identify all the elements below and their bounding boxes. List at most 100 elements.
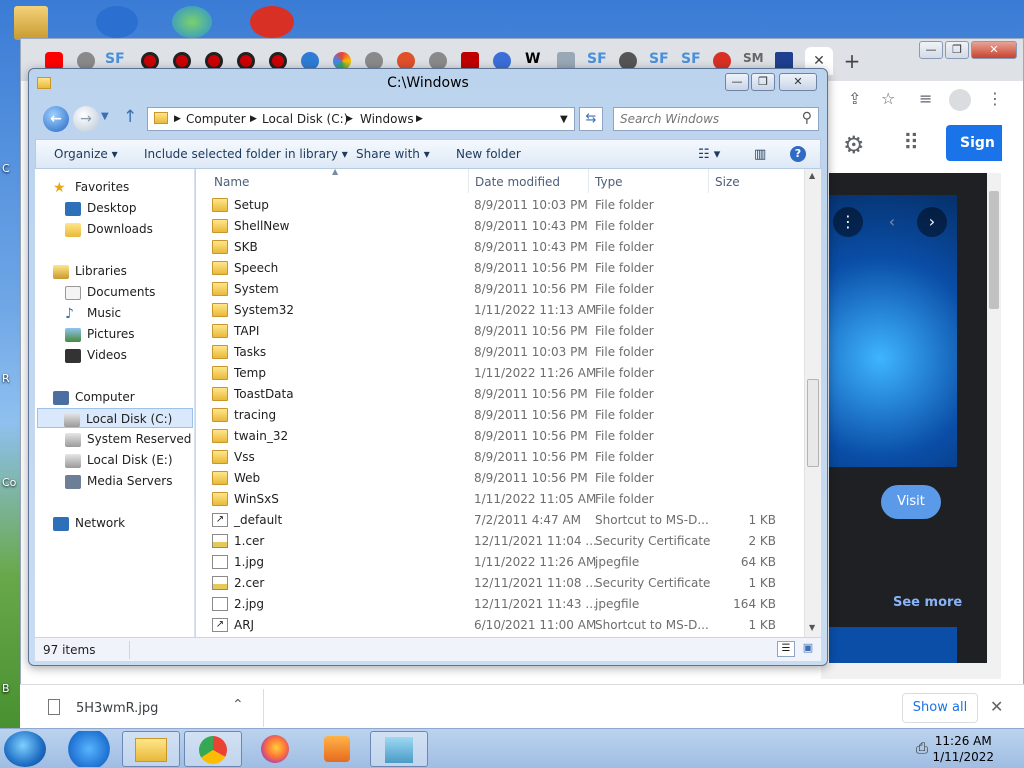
- bookmark-star-icon[interactable]: ☆: [881, 89, 895, 108]
- reading-list-icon[interactable]: ≡: [919, 89, 932, 108]
- breadcrumb-computer[interactable]: Computer: [186, 112, 246, 126]
- column-header-name[interactable]: Name: [214, 175, 249, 189]
- new-folder-button[interactable]: New folder: [456, 147, 521, 161]
- table-row[interactable]: System 8/9/2011 10:56 PM File folder: [210, 279, 796, 300]
- nav-documents[interactable]: Documents: [65, 282, 155, 302]
- table-row[interactable]: ToastData 8/9/2011 10:56 PM File folder: [210, 384, 796, 405]
- desktop-icon-mail[interactable]: [250, 6, 294, 38]
- breadcrumb-windows[interactable]: Windows: [360, 112, 414, 126]
- close-icon[interactable]: ✕: [990, 697, 1003, 716]
- large-icons-view-icon[interactable]: ▣: [799, 641, 817, 657]
- table-row[interactable]: Speech 8/9/2011 10:56 PM File folder: [210, 258, 796, 279]
- nav-media-servers[interactable]: Media Servers: [65, 471, 172, 491]
- chevron-up-icon[interactable]: ⌃: [232, 697, 244, 713]
- column-header-size[interactable]: Size: [715, 175, 740, 189]
- sm-tab-icon[interactable]: SM: [743, 51, 764, 65]
- include-in-library-button[interactable]: Include selected folder in library ▾: [144, 147, 348, 161]
- preview-pane-icon[interactable]: ▥: [754, 147, 766, 162]
- system-clock[interactable]: 11:26 AM 1/11/2022: [932, 733, 994, 765]
- taskbar-explorer-icon[interactable]: [122, 731, 180, 767]
- table-row[interactable]: Setup 8/9/2011 10:03 PM File folder: [210, 195, 796, 216]
- start-button[interactable]: [4, 731, 46, 767]
- taskbar-app-icon[interactable]: [370, 731, 428, 767]
- nav-network[interactable]: Network: [53, 513, 125, 533]
- scrollbar-thumb[interactable]: [989, 191, 999, 309]
- table-row[interactable]: 2.cer 12/11/2021 11:08 ... Security Certif…: [210, 573, 796, 594]
- nav-local-disk-e[interactable]: Local Disk (E:): [65, 450, 173, 470]
- column-header-type[interactable]: Type: [595, 175, 623, 189]
- details-view-icon[interactable]: ☰: [777, 641, 795, 657]
- nav-music[interactable]: ♪ Music: [65, 303, 121, 323]
- forward-button[interactable]: →: [73, 106, 99, 132]
- scroll-down-icon[interactable]: ▼: [809, 623, 815, 632]
- nav-local-disk-c[interactable]: Local Disk (C:): [37, 408, 193, 428]
- nav-videos[interactable]: Videos: [65, 345, 127, 365]
- table-row[interactable]: ↗ _default 7/2/2011 4:47 AM Shortcut to MS-…: [210, 510, 796, 531]
- help-icon[interactable]: ?: [790, 146, 806, 162]
- minimize-button[interactable]: —: [725, 73, 749, 91]
- table-row[interactable]: twain_32 8/9/2011 10:56 PM File folder: [210, 426, 796, 447]
- nav-downloads[interactable]: Downloads: [65, 219, 153, 239]
- share-with-button[interactable]: Share with ▾: [356, 147, 430, 161]
- visit-button[interactable]: Visit: [881, 485, 941, 519]
- more-options-icon[interactable]: ⋮: [833, 207, 863, 237]
- nav-system-reserved[interactable]: System Reserved (D:: [65, 429, 194, 449]
- table-row[interactable]: System32 1/11/2022 11:13 AM File folder: [210, 300, 796, 321]
- profile-avatar[interactable]: [949, 89, 971, 111]
- search-input[interactable]: [620, 109, 800, 129]
- menu-dots-icon[interactable]: ⋮: [987, 89, 1003, 108]
- see-more-link[interactable]: See more: [893, 595, 962, 610]
- refresh-button[interactable]: ⇆: [579, 107, 603, 131]
- breadcrumb-local-disk[interactable]: Local Disk (C:): [262, 112, 348, 126]
- recent-pages-dropdown-icon[interactable]: ▼: [101, 111, 109, 122]
- settings-gear-icon[interactable]: ⚙: [843, 131, 865, 159]
- network-tray-icon[interactable]: ⎙: [916, 739, 928, 757]
- chrome-close-button[interactable]: ✕: [971, 41, 1017, 59]
- show-all-button[interactable]: Show all: [902, 693, 978, 723]
- up-arrow-icon[interactable]: ↑: [123, 107, 137, 127]
- table-row[interactable]: Temp 1/11/2022 11:26 AM File folder: [210, 363, 796, 384]
- nav-desktop[interactable]: Desktop: [65, 198, 137, 218]
- sf-tab-icon[interactable]: SF: [587, 51, 607, 67]
- desktop-icon-folder[interactable]: [14, 6, 48, 40]
- column-header-date[interactable]: Date modified: [475, 175, 560, 189]
- download-file-name[interactable]: 5H3wmR.jpg: [76, 701, 158, 716]
- sf-tab-icon[interactable]: SF: [681, 51, 701, 67]
- table-row[interactable]: tracing 8/9/2011 10:56 PM File folder: [210, 405, 796, 426]
- address-dropdown-icon[interactable]: ▼: [560, 114, 568, 125]
- carousel-next-icon[interactable]: ›: [917, 207, 947, 237]
- nav-computer[interactable]: Computer: [53, 387, 135, 407]
- close-button[interactable]: ✕: [779, 73, 817, 91]
- w-tab-icon[interactable]: W: [525, 51, 540, 67]
- table-row[interactable]: TAPI 8/9/2011 10:56 PM File folder: [210, 321, 796, 342]
- vertical-scrollbar[interactable]: ▲ ▼: [804, 169, 821, 637]
- taskbar-media-player-icon[interactable]: [308, 731, 366, 767]
- maximize-button[interactable]: ❐: [751, 73, 775, 91]
- taskbar-firefox-icon[interactable]: [246, 731, 304, 767]
- view-options-icon[interactable]: ☷ ▾: [698, 147, 720, 162]
- apps-grid-icon[interactable]: ⠿: [903, 131, 919, 156]
- table-row[interactable]: WinSxS 1/11/2022 11:05 AM File folder: [210, 489, 796, 510]
- carousel-prev-icon[interactable]: ‹: [877, 207, 907, 237]
- table-row[interactable]: SKB 8/9/2011 10:43 PM File folder: [210, 237, 796, 258]
- taskbar-chrome-icon[interactable]: [184, 731, 242, 767]
- back-button[interactable]: ←: [43, 106, 69, 132]
- table-row[interactable]: 1.cer 12/11/2021 11:04 ... Security Certif…: [210, 531, 796, 552]
- horizontal-scrollbar[interactable]: [821, 663, 1001, 679]
- table-row[interactable]: Tasks 8/9/2011 10:03 PM File folder: [210, 342, 796, 363]
- taskbar-ie-icon[interactable]: [60, 731, 118, 767]
- new-tab-button[interactable]: +: [839, 49, 865, 75]
- address-bar[interactable]: ▶ Computer ▶ Local Disk (C:) ▶ Windows ▶…: [147, 107, 575, 131]
- scroll-up-icon[interactable]: ▲: [809, 171, 815, 180]
- desktop-icon-media[interactable]: [96, 6, 138, 38]
- desktop-icon-edge[interactable]: [172, 6, 212, 38]
- table-row[interactable]: ↗ ARJ 6/10/2021 11:00 AM Shortcut to MS-D..…: [210, 615, 796, 636]
- table-row[interactable]: Web 8/9/2011 10:56 PM File folder: [210, 468, 796, 489]
- nav-libraries[interactable]: Libraries: [53, 261, 127, 281]
- scrollbar-thumb[interactable]: [807, 379, 819, 467]
- chrome-minimize-button[interactable]: —: [919, 41, 943, 59]
- search-box[interactable]: ⚲: [613, 107, 819, 131]
- table-row[interactable]: Vss 8/9/2011 10:56 PM File folder: [210, 447, 796, 468]
- sign-in-button[interactable]: Sign i: [946, 125, 1002, 161]
- search-icon[interactable]: ⚲: [802, 110, 812, 126]
